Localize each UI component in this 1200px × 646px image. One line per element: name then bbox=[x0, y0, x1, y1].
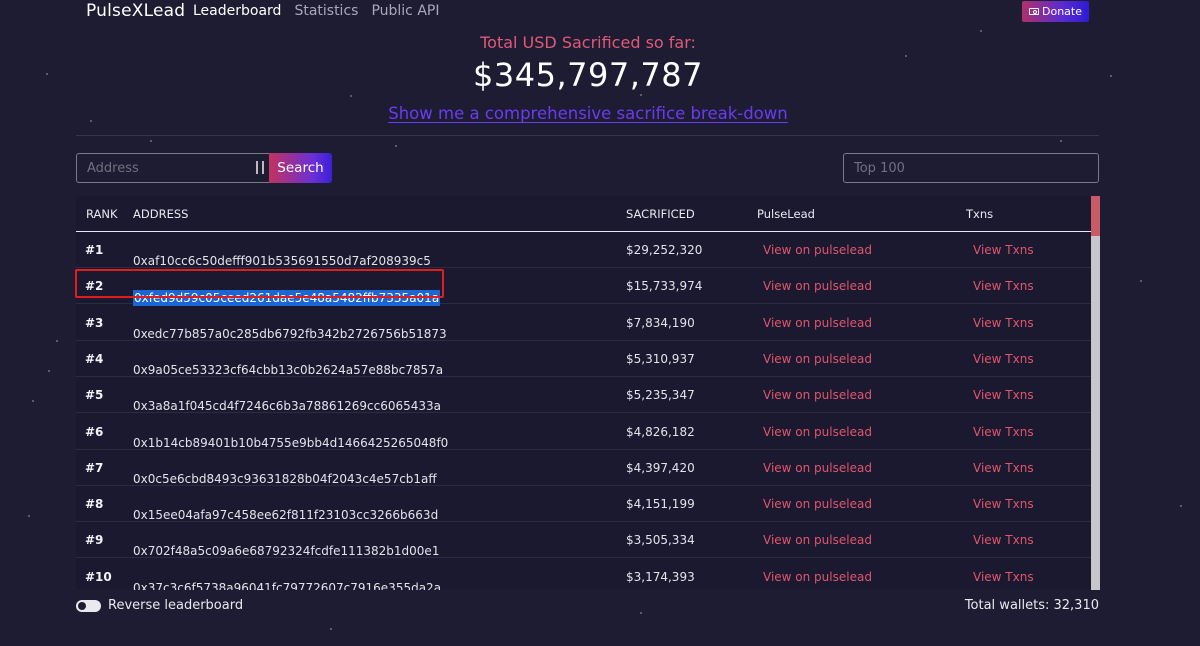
top-n-filter-input[interactable] bbox=[843, 153, 1099, 183]
row-rank: #6 bbox=[85, 424, 104, 439]
view-on-pulselead-link[interactable]: View on pulselead bbox=[763, 316, 872, 330]
table-row: #8 0x15ee04afa97c458ee62f811f23103cc3266b… bbox=[76, 486, 1092, 523]
row-rank: #1 bbox=[85, 243, 104, 257]
top-navbar: PulseXLead Leaderboard Statistics Public… bbox=[0, 0, 1200, 26]
view-txns-link[interactable]: View Txns bbox=[973, 570, 1034, 584]
leaderboard-table: RANK ADDRESS SACRIFICED PulseLead Txns #… bbox=[76, 196, 1100, 590]
row-sacrificed: $3,174,393 bbox=[626, 569, 695, 584]
reverse-leaderboard-label: Reverse leaderboard bbox=[108, 598, 244, 613]
row-rank: #8 bbox=[85, 497, 104, 512]
address-search-input[interactable] bbox=[76, 153, 269, 183]
row-address-text: 0x9a05ce53323cf64cbb13c0b2624a57e88bc785… bbox=[133, 362, 444, 377]
row-sacrificed: $4,397,420 bbox=[626, 460, 695, 475]
row-address-text: 0x702f48a5c09a6e68792324fcdfe111382b1d00… bbox=[133, 544, 440, 559]
view-on-pulselead-link[interactable]: View on pulselead bbox=[763, 497, 872, 511]
table-row: #7 0x0c5e6cbd8493c93631828b04f2043c4e57cb… bbox=[76, 450, 1092, 486]
row-sacrificed: $29,252,320 bbox=[626, 243, 703, 257]
table-header: RANK ADDRESS SACRIFICED PulseLead Txns bbox=[76, 196, 1092, 232]
row-address-text: 0xaf10cc6c50defff901b535691550d7af208939… bbox=[133, 254, 431, 268]
view-txns-link[interactable]: View Txns bbox=[973, 243, 1034, 257]
row-address-text: 0x15ee04afa97c458ee62f811f23103cc3266b66… bbox=[133, 508, 439, 523]
main-nav: Leaderboard Statistics Public API bbox=[193, 3, 439, 19]
table-row: #9 0x702f48a5c09a6e68792324fcdfe111382b1d… bbox=[76, 522, 1092, 559]
total-sacrificed-label: Total USD Sacrificed so far: bbox=[480, 33, 696, 52]
selection-highlight-box bbox=[75, 269, 444, 298]
view-txns-link[interactable]: View Txns bbox=[973, 425, 1034, 439]
view-txns-link[interactable]: View Txns bbox=[973, 497, 1034, 511]
scrollbar-thumb[interactable] bbox=[1091, 196, 1100, 236]
row-address-text: 0xedc77b857a0c285db6792fb342b2726756b518… bbox=[133, 326, 447, 341]
row-sacrificed: $15,733,974 bbox=[626, 279, 703, 294]
brand-logo[interactable]: PulseXLead bbox=[86, 1, 185, 21]
breakdown-link[interactable]: Show me a comprehensive sacrifice break-… bbox=[0, 104, 1176, 123]
view-on-pulselead-link[interactable]: View on pulselead bbox=[763, 279, 872, 293]
row-rank: #9 bbox=[85, 533, 104, 548]
row-sacrificed: $4,151,199 bbox=[626, 497, 695, 512]
view-txns-link[interactable]: View Txns bbox=[973, 533, 1034, 547]
nav-leaderboard[interactable]: Leaderboard bbox=[193, 3, 281, 19]
row-rank: #5 bbox=[85, 388, 104, 403]
table-row: #4 0x9a05ce53323cf64cbb13c0b2624a57e88bc7… bbox=[76, 341, 1092, 377]
header-rank: RANK bbox=[86, 207, 118, 221]
address-search: Search bbox=[76, 153, 332, 183]
table-scrollbar[interactable] bbox=[1091, 196, 1100, 590]
row-address-text: 0x1b14cb89401b10b4755e9bb4d1466425265048… bbox=[133, 435, 449, 450]
search-button[interactable]: Search bbox=[269, 153, 332, 183]
view-on-pulselead-link[interactable]: View on pulselead bbox=[763, 461, 872, 475]
section-divider bbox=[76, 135, 1099, 136]
view-on-pulselead-link[interactable]: View on pulselead bbox=[763, 425, 872, 439]
row-address-text: 0x3a8a1f045cd4f7246c6b3a78861269cc606543… bbox=[133, 399, 441, 414]
table-row: #1 0xaf10cc6c50defff901b535691550d7af2089… bbox=[76, 232, 1092, 268]
total-wallets: Total wallets: 32,310 bbox=[964, 598, 1099, 613]
row-sacrificed: $7,834,190 bbox=[626, 315, 695, 330]
view-on-pulselead-link[interactable]: View on pulselead bbox=[763, 352, 872, 366]
row-sacrificed: $4,826,182 bbox=[626, 424, 695, 439]
text-cursor-icon bbox=[256, 161, 264, 174]
header-sacrificed: SACRIFICED bbox=[626, 207, 695, 221]
row-address-text: 0x37c3c6f5738a96041fc79772607c7916e355da… bbox=[133, 580, 442, 590]
reverse-leaderboard-toggle[interactable] bbox=[76, 600, 101, 612]
row-sacrificed: $5,310,937 bbox=[626, 351, 695, 366]
row-sacrificed: $3,505,334 bbox=[626, 533, 695, 548]
header-pulselead: PulseLead bbox=[757, 207, 815, 221]
row-rank: #3 bbox=[85, 315, 104, 330]
table-row: #3 0xedc77b857a0c285db6792fb342b2726756b5… bbox=[76, 305, 1092, 341]
view-txns-link[interactable]: View Txns bbox=[973, 388, 1034, 402]
view-on-pulselead-link[interactable]: View on pulselead bbox=[763, 388, 872, 402]
view-on-pulselead-link[interactable]: View on pulselead bbox=[763, 243, 872, 257]
table-row: #10 0x37c3c6f5738a96041fc79772607c7916e35… bbox=[76, 559, 1092, 590]
nav-public-api[interactable]: Public API bbox=[371, 3, 439, 19]
row-rank: #4 bbox=[85, 351, 104, 366]
view-txns-link[interactable]: View Txns bbox=[973, 316, 1034, 330]
row-sacrificed: $5,235,347 bbox=[626, 388, 695, 403]
table-row: #6 0x1b14cb89401b10b4755e9bb4d14664252650… bbox=[76, 414, 1092, 450]
header-txns: Txns bbox=[966, 207, 994, 221]
donate-button[interactable]: Donate bbox=[1022, 1, 1089, 22]
nav-statistics[interactable]: Statistics bbox=[294, 3, 358, 19]
view-txns-link[interactable]: View Txns bbox=[973, 352, 1034, 366]
view-on-pulselead-link[interactable]: View on pulselead bbox=[763, 570, 872, 584]
row-rank: #10 bbox=[85, 569, 112, 584]
header-address: ADDRESS bbox=[133, 207, 189, 221]
money-icon bbox=[1029, 8, 1039, 15]
donate-label: Donate bbox=[1042, 5, 1082, 18]
row-address-text: 0x0c5e6cbd8493c93631828b04f2043c4e57cb1a… bbox=[133, 471, 437, 486]
view-txns-link[interactable]: View Txns bbox=[973, 279, 1034, 293]
total-sacrificed-amount: $345,797,787 bbox=[473, 56, 703, 94]
row-rank: #7 bbox=[85, 460, 104, 475]
table-row: #5 0x3a8a1f045cd4f7246c6b3a78861269cc6065… bbox=[76, 377, 1092, 414]
view-on-pulselead-link[interactable]: View on pulselead bbox=[763, 533, 872, 547]
view-txns-link[interactable]: View Txns bbox=[973, 461, 1034, 475]
